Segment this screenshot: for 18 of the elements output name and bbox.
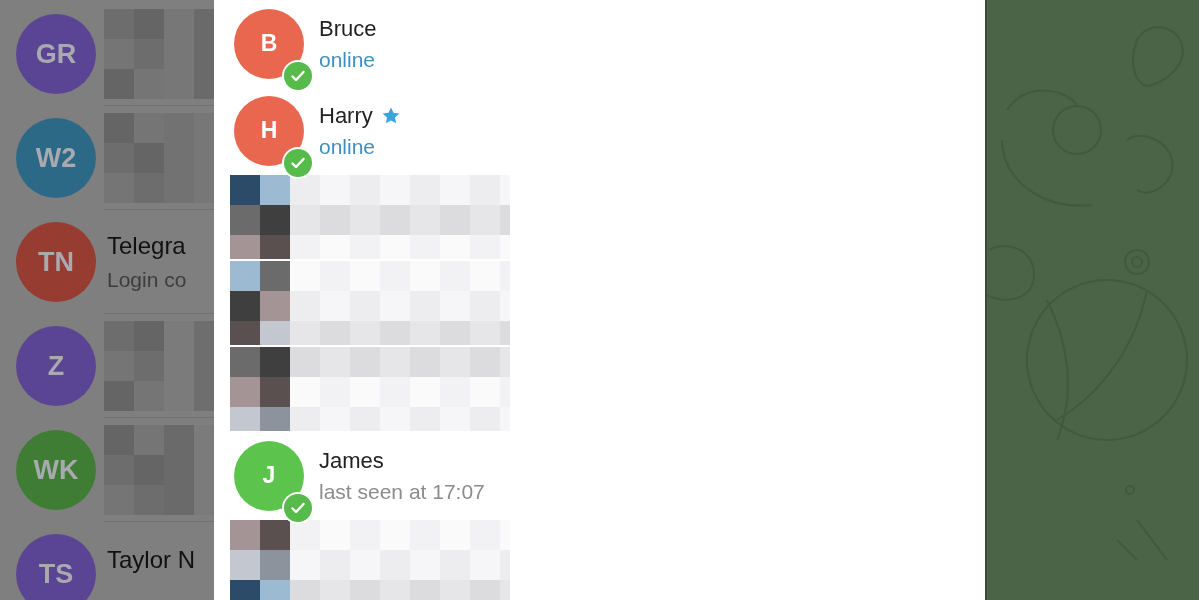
avatar: GR [16,14,96,94]
status-text: online [319,134,377,159]
chat-title: Taylor N [107,546,197,574]
contact-name: Bruce [319,15,377,42]
avatar: J [234,440,304,511]
avatar: H [234,95,304,166]
avatar: Z [16,326,96,406]
message-preview: Login co [107,267,188,292]
contact-name: James [319,447,384,474]
status-text: last seen at 17:07 [319,479,485,504]
avatar: WK [16,430,96,510]
status-text: online [319,47,377,72]
avatar: B [234,8,304,79]
avatar: TS [16,534,96,600]
chat-title: Telegra [107,231,187,260]
contact-name: Harry [319,102,373,129]
avatar: TN [16,222,96,302]
avatar: W2 [16,118,96,198]
